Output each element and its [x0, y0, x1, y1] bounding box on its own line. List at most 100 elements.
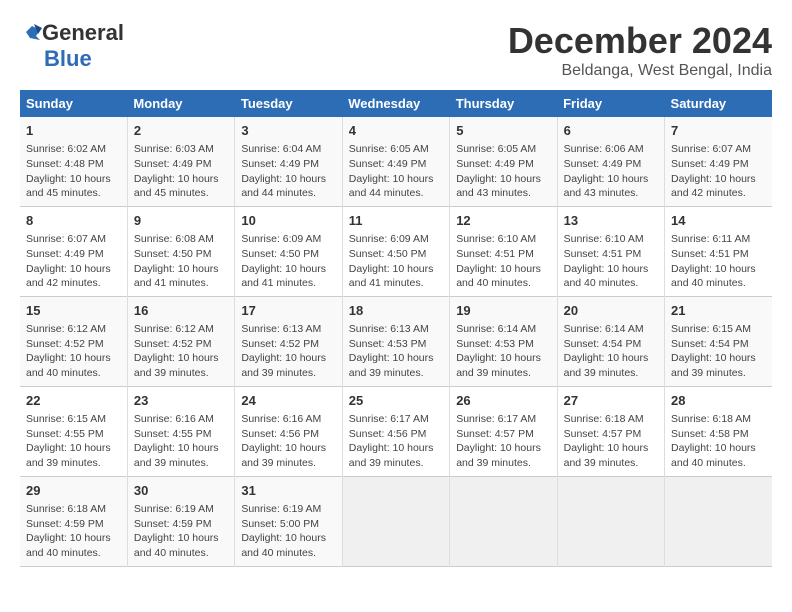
- day-number: 7: [671, 122, 766, 140]
- day-number: 12: [456, 212, 550, 230]
- calendar-week-5: 29 Sunrise: 6:18 AMSunset: 4:59 PMDayligh…: [20, 476, 772, 566]
- day-info: Sunrise: 6:11 AMSunset: 4:51 PMDaylight:…: [671, 232, 766, 291]
- day-info: Sunrise: 6:07 AMSunset: 4:49 PMDaylight:…: [26, 232, 121, 291]
- day-number: 1: [26, 122, 121, 140]
- day-number: 11: [349, 212, 443, 230]
- day-info: Sunrise: 6:08 AMSunset: 4:50 PMDaylight:…: [134, 232, 228, 291]
- day-info: Sunrise: 6:02 AMSunset: 4:48 PMDaylight:…: [26, 142, 121, 201]
- day-number: 16: [134, 302, 228, 320]
- day-number: 21: [671, 302, 766, 320]
- calendar-cell: 30 Sunrise: 6:19 AMSunset: 4:59 PMDayligh…: [127, 476, 234, 566]
- day-info: Sunrise: 6:06 AMSunset: 4:49 PMDaylight:…: [564, 142, 658, 201]
- day-info: Sunrise: 6:12 AMSunset: 4:52 PMDaylight:…: [134, 322, 228, 381]
- day-info: Sunrise: 6:09 AMSunset: 4:50 PMDaylight:…: [241, 232, 335, 291]
- calendar-week-2: 8 Sunrise: 6:07 AMSunset: 4:49 PMDaylight…: [20, 206, 772, 296]
- logo-general: General: [42, 20, 124, 46]
- day-info: Sunrise: 6:03 AMSunset: 4:49 PMDaylight:…: [134, 142, 228, 201]
- month-title: December 2024: [508, 20, 772, 62]
- calendar-week-3: 15 Sunrise: 6:12 AMSunset: 4:52 PMDayligh…: [20, 296, 772, 386]
- location-title: Beldanga, West Bengal, India: [508, 62, 772, 80]
- day-info: Sunrise: 6:15 AMSunset: 4:55 PMDaylight:…: [26, 412, 121, 471]
- day-number: 28: [671, 392, 766, 410]
- day-info: Sunrise: 6:19 AMSunset: 4:59 PMDaylight:…: [134, 502, 228, 561]
- col-sunday: Sunday: [20, 90, 127, 117]
- calendar-cell: 26Sunrise: 6:17 AMSunset: 4:57 PMDayligh…: [450, 386, 557, 476]
- day-number: 13: [564, 212, 658, 230]
- day-number: 23: [134, 392, 228, 410]
- day-info: Sunrise: 6:14 AMSunset: 4:53 PMDaylight:…: [456, 322, 550, 381]
- calendar-cell: 10 Sunrise: 6:09 AMSunset: 4:50 PMDayligh…: [235, 206, 342, 296]
- day-info: Sunrise: 6:10 AMSunset: 4:51 PMDaylight:…: [564, 232, 658, 291]
- day-number: 20: [564, 302, 658, 320]
- calendar-cell: 21Sunrise: 6:15 AMSunset: 4:54 PMDayligh…: [665, 296, 772, 386]
- calendar-cell: 28 Sunrise: 6:18 AMSunset: 4:58 PMDayligh…: [665, 386, 772, 476]
- logo: General Blue: [20, 20, 124, 72]
- day-number: 8: [26, 212, 121, 230]
- calendar-cell: 20 Sunrise: 6:14 AMSunset: 4:54 PMDayligh…: [557, 296, 664, 386]
- calendar-cell: 19 Sunrise: 6:14 AMSunset: 4:53 PMDayligh…: [450, 296, 557, 386]
- page-header: General Blue December 2024 Beldanga, Wes…: [20, 20, 772, 80]
- day-number: 30: [134, 482, 228, 500]
- day-info: Sunrise: 6:18 AMSunset: 4:59 PMDaylight:…: [26, 502, 121, 561]
- calendar-week-1: 1 Sunrise: 6:02 AMSunset: 4:48 PMDaylight…: [20, 117, 772, 206]
- calendar-cell: 5 Sunrise: 6:05 AMSunset: 4:49 PMDaylight…: [450, 117, 557, 206]
- day-info: Sunrise: 6:07 AMSunset: 4:49 PMDaylight:…: [671, 142, 766, 201]
- logo-icon: [20, 22, 42, 44]
- day-info: Sunrise: 6:19 AMSunset: 5:00 PMDaylight:…: [241, 502, 335, 561]
- calendar-body: 1 Sunrise: 6:02 AMSunset: 4:48 PMDaylight…: [20, 117, 772, 566]
- calendar-cell: 14Sunrise: 6:11 AMSunset: 4:51 PMDayligh…: [665, 206, 772, 296]
- calendar-cell: 11 Sunrise: 6:09 AMSunset: 4:50 PMDayligh…: [342, 206, 449, 296]
- col-saturday: Saturday: [665, 90, 772, 117]
- day-number: 5: [456, 122, 550, 140]
- day-number: 4: [349, 122, 443, 140]
- col-thursday: Thursday: [450, 90, 557, 117]
- calendar-cell: 13 Sunrise: 6:10 AMSunset: 4:51 PMDayligh…: [557, 206, 664, 296]
- calendar-cell: 7 Sunrise: 6:07 AMSunset: 4:49 PMDaylight…: [665, 117, 772, 206]
- calendar-cell: 3 Sunrise: 6:04 AMSunset: 4:49 PMDaylight…: [235, 117, 342, 206]
- col-wednesday: Wednesday: [342, 90, 449, 117]
- col-tuesday: Tuesday: [235, 90, 342, 117]
- day-info: Sunrise: 6:14 AMSunset: 4:54 PMDaylight:…: [564, 322, 658, 381]
- day-info: Sunrise: 6:09 AMSunset: 4:50 PMDaylight:…: [349, 232, 443, 291]
- day-info: Sunrise: 6:12 AMSunset: 4:52 PMDaylight:…: [26, 322, 121, 381]
- calendar-cell: [450, 476, 557, 566]
- calendar-cell: 17 Sunrise: 6:13 AMSunset: 4:52 PMDayligh…: [235, 296, 342, 386]
- day-number: 18: [349, 302, 443, 320]
- calendar-cell: 24 Sunrise: 6:16 AMSunset: 4:56 PMDayligh…: [235, 386, 342, 476]
- calendar-cell: 6 Sunrise: 6:06 AMSunset: 4:49 PMDaylight…: [557, 117, 664, 206]
- day-info: Sunrise: 6:16 AMSunset: 4:55 PMDaylight:…: [134, 412, 228, 471]
- day-number: 31: [241, 482, 335, 500]
- day-number: 24: [241, 392, 335, 410]
- day-info: Sunrise: 6:05 AMSunset: 4:49 PMDaylight:…: [349, 142, 443, 201]
- day-number: 9: [134, 212, 228, 230]
- day-number: 17: [241, 302, 335, 320]
- calendar-cell: 23 Sunrise: 6:16 AMSunset: 4:55 PMDayligh…: [127, 386, 234, 476]
- calendar-cell: 16 Sunrise: 6:12 AMSunset: 4:52 PMDayligh…: [127, 296, 234, 386]
- calendar-cell: 2Sunrise: 6:03 AMSunset: 4:49 PMDaylight…: [127, 117, 234, 206]
- day-number: 19: [456, 302, 550, 320]
- calendar-cell: 29 Sunrise: 6:18 AMSunset: 4:59 PMDayligh…: [20, 476, 127, 566]
- day-number: 15: [26, 302, 121, 320]
- calendar-cell: 31 Sunrise: 6:19 AMSunset: 5:00 PMDayligh…: [235, 476, 342, 566]
- day-info: Sunrise: 6:05 AMSunset: 4:49 PMDaylight:…: [456, 142, 550, 201]
- calendar-cell: 9 Sunrise: 6:08 AMSunset: 4:50 PMDaylight…: [127, 206, 234, 296]
- calendar-cell: 4 Sunrise: 6:05 AMSunset: 4:49 PMDaylight…: [342, 117, 449, 206]
- day-number: 25: [349, 392, 443, 410]
- day-number: 10: [241, 212, 335, 230]
- day-info: Sunrise: 6:10 AMSunset: 4:51 PMDaylight:…: [456, 232, 550, 291]
- day-number: 22: [26, 392, 121, 410]
- calendar-cell: 8 Sunrise: 6:07 AMSunset: 4:49 PMDaylight…: [20, 206, 127, 296]
- day-info: Sunrise: 6:18 AMSunset: 4:58 PMDaylight:…: [671, 412, 766, 471]
- col-monday: Monday: [127, 90, 234, 117]
- calendar-cell: 12 Sunrise: 6:10 AMSunset: 4:51 PMDayligh…: [450, 206, 557, 296]
- day-info: Sunrise: 6:04 AMSunset: 4:49 PMDaylight:…: [241, 142, 335, 201]
- calendar-cell: 27Sunrise: 6:18 AMSunset: 4:57 PMDayligh…: [557, 386, 664, 476]
- day-info: Sunrise: 6:13 AMSunset: 4:52 PMDaylight:…: [241, 322, 335, 381]
- day-number: 27: [564, 392, 658, 410]
- day-number: 3: [241, 122, 335, 140]
- day-number: 29: [26, 482, 121, 500]
- day-info: Sunrise: 6:16 AMSunset: 4:56 PMDaylight:…: [241, 412, 335, 471]
- calendar-cell: 25Sunrise: 6:17 AMSunset: 4:56 PMDayligh…: [342, 386, 449, 476]
- day-number: 6: [564, 122, 658, 140]
- day-info: Sunrise: 6:17 AMSunset: 4:57 PMDaylight:…: [456, 412, 550, 471]
